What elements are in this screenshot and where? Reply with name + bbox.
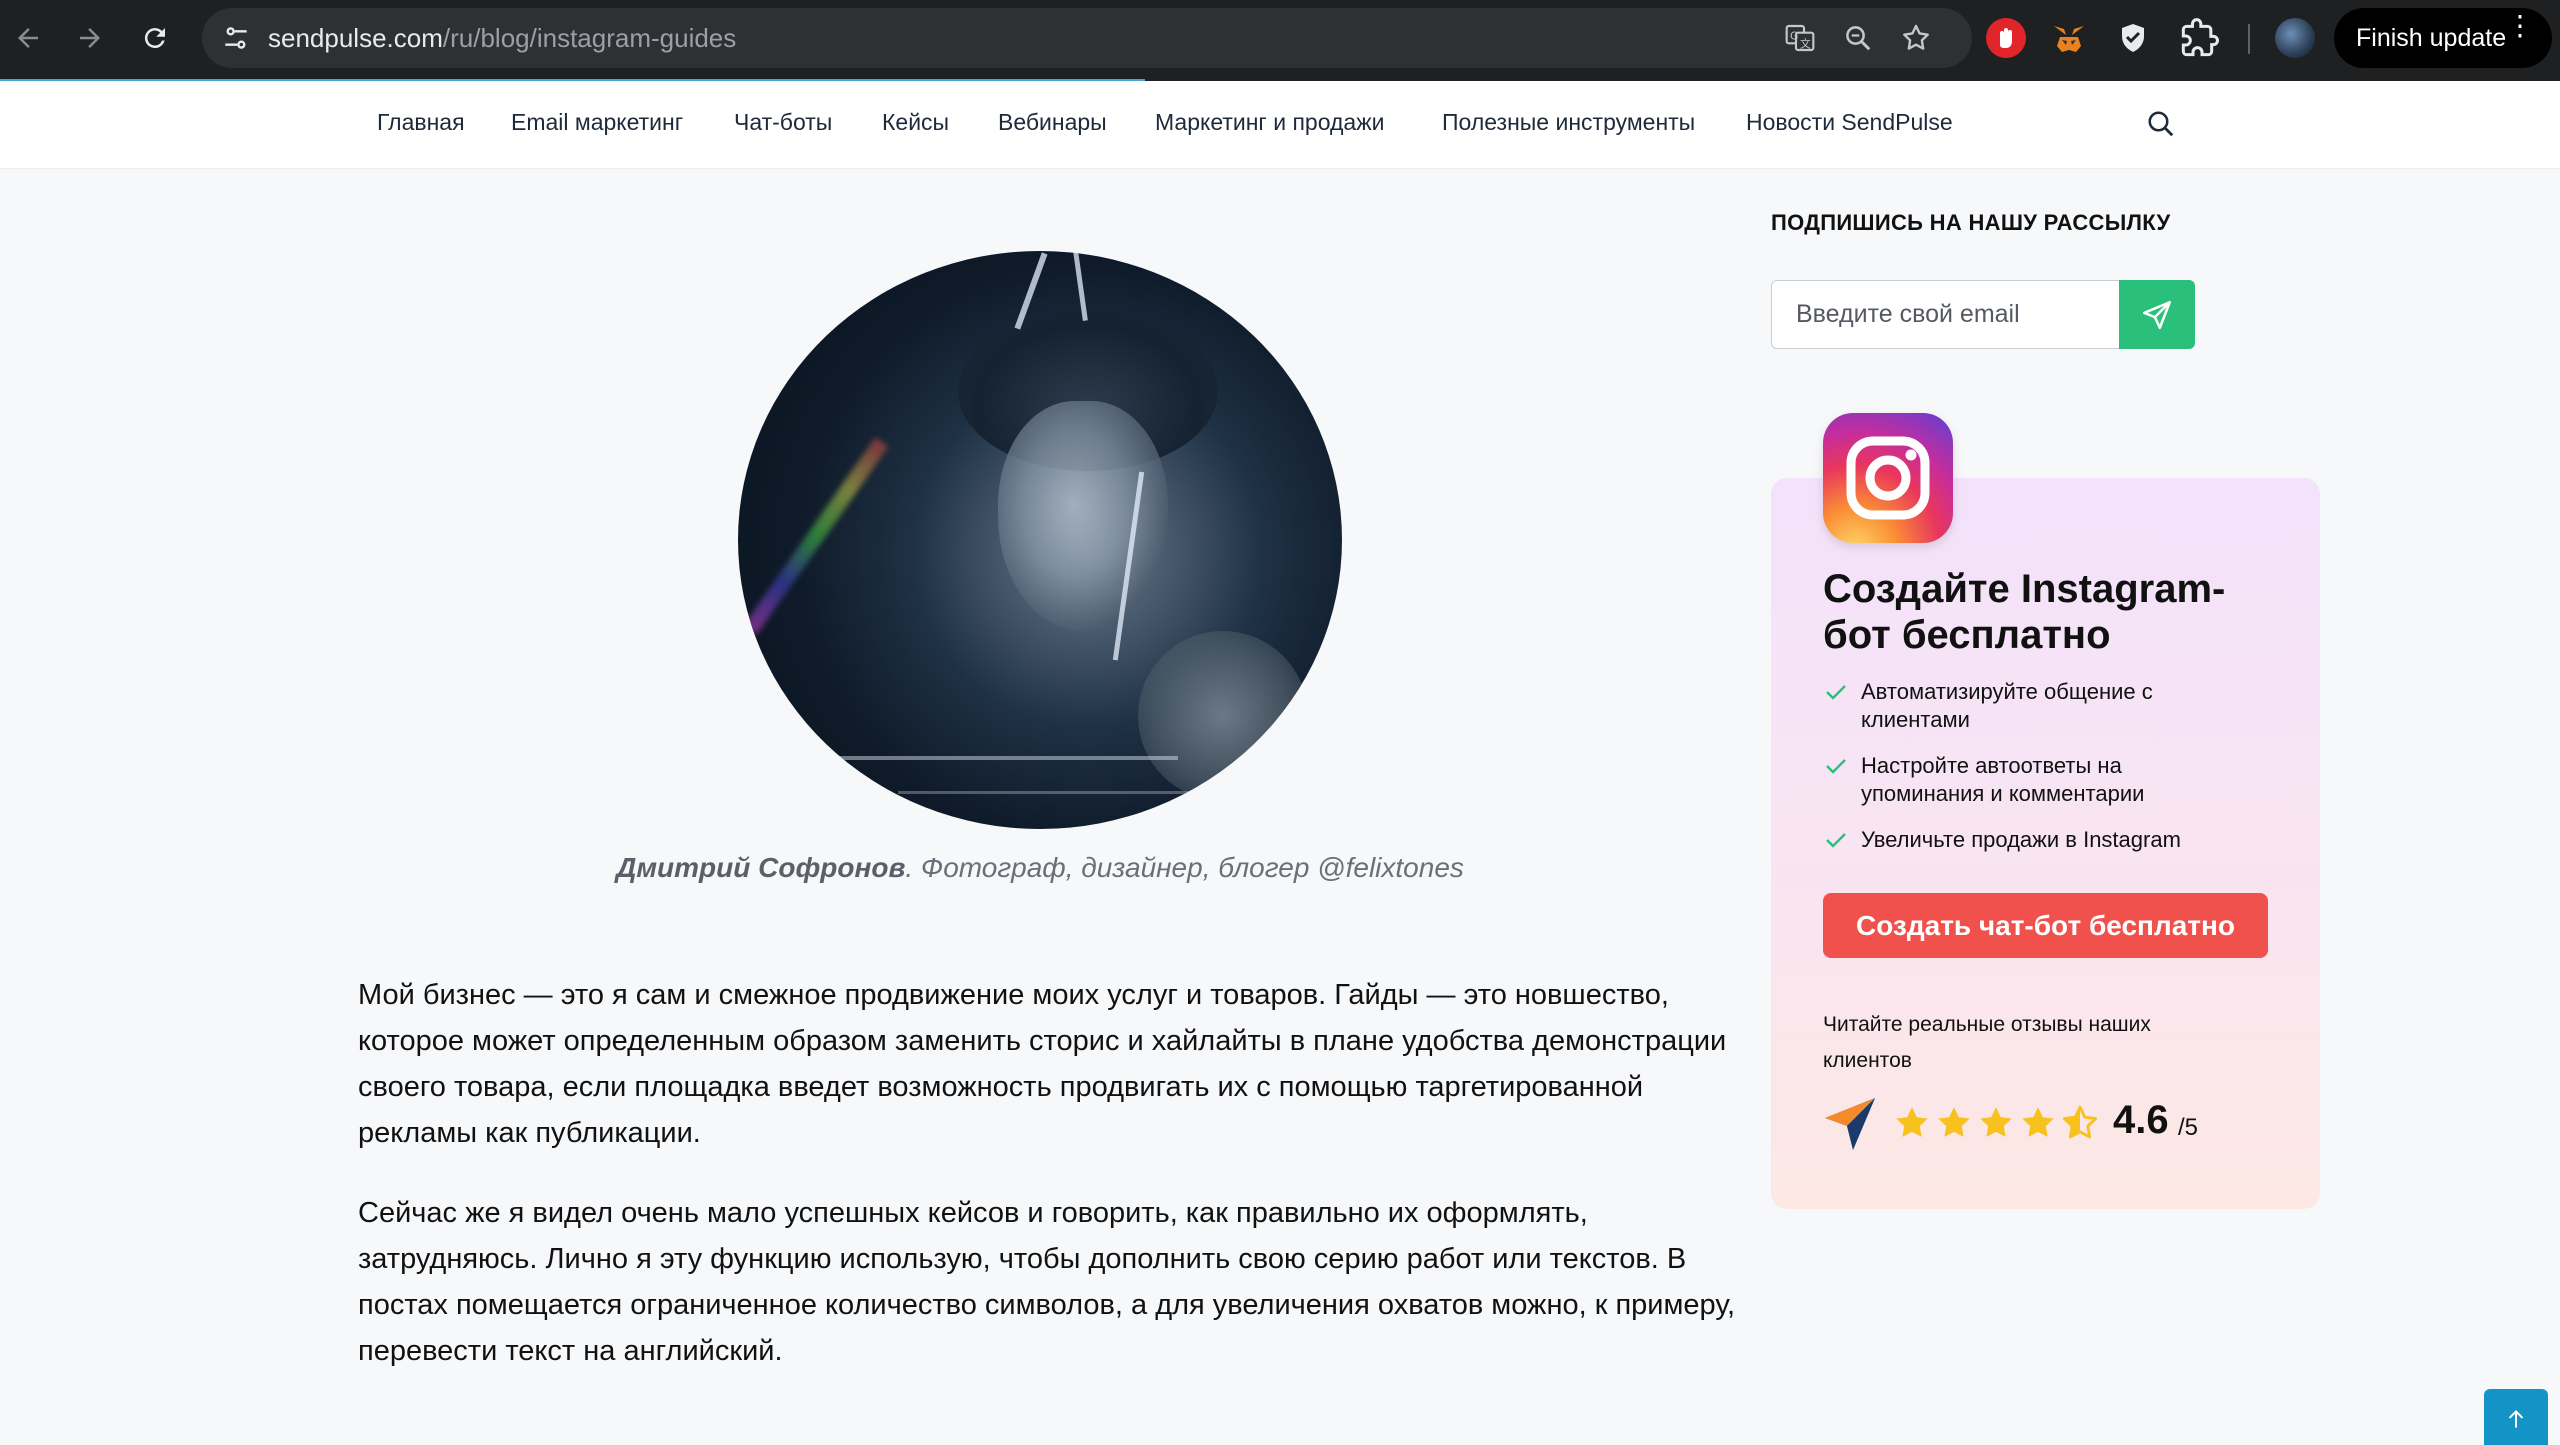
nav-item-webinars[interactable]: Вебинары: [998, 109, 1107, 136]
star-icon[interactable]: [1898, 20, 1934, 56]
caption-description: . Фотограф, дизайнер, блогер @felixtones: [905, 852, 1464, 883]
zoom-icon[interactable]: [1840, 20, 1876, 56]
back-button[interactable]: [4, 14, 52, 62]
article-paragraph: Сейчас же я видел очень мало успешных ке…: [358, 1197, 1736, 1367]
check-icon: [1826, 833, 1846, 848]
promo-feature-item: Увеличьте продажи в Instagram: [1823, 826, 2243, 854]
shield-extension-icon[interactable]: [2113, 18, 2153, 58]
nav-item-news[interactable]: Новости SendPulse: [1746, 109, 1953, 136]
forward-button[interactable]: [66, 14, 114, 62]
promo-feature-text: Автоматизируйте общение с клиентами: [1861, 679, 2153, 732]
rating-max: /5: [2178, 1114, 2199, 1141]
check-icon: [1826, 685, 1846, 700]
send-icon: [2142, 300, 2172, 329]
profile-avatar[interactable]: [2275, 18, 2315, 58]
reload-icon: [144, 28, 165, 49]
star-full-icon: [1938, 1107, 1970, 1137]
puzzle-icon[interactable]: [2180, 18, 2220, 58]
promo-feature-text: Настройте автоответы на упоминания и ком…: [1861, 753, 2145, 806]
author-photo: [738, 251, 1342, 829]
promo-title: Создайте Instagram-бот бесплатно: [1823, 567, 2226, 657]
menu-dots-icon: ⋮: [2506, 10, 2534, 41]
promo-feature-item: Автоматизируйте общение с клиентами: [1823, 678, 2243, 734]
star-full-icon: [1896, 1107, 1928, 1137]
reviews-link-text[interactable]: Читайте реальные отзывы наших клиентов: [1823, 1007, 2243, 1079]
promo-feature-item: Настройте автоответы на упоминания и ком…: [1823, 752, 2243, 808]
star-full-icon: [1980, 1107, 2012, 1137]
photo-caption: Дмитрий Софронов. Фотограф, дизайнер, бл…: [0, 852, 2080, 884]
arrow-up-icon: [2508, 1410, 2524, 1428]
promo-feature-text: Увеличьте продажи в Instagram: [1861, 827, 2181, 852]
article-paragraph: Мой бизнес — это я сам и смежное продвиж…: [358, 979, 1727, 1149]
nav-item-tools[interactable]: Полезные инструменты: [1442, 109, 1695, 136]
nav-item-cases[interactable]: Кейсы: [882, 109, 949, 136]
finish-update-label: Finish update: [2356, 23, 2507, 52]
check-icon: [1826, 759, 1846, 774]
reload-button[interactable]: [131, 14, 179, 62]
star-full-icon: [2022, 1107, 2054, 1137]
rating-stars: [1893, 1104, 2099, 1144]
translate-icon[interactable]: G文: [1782, 20, 1818, 56]
rating-value: 4.6: [2113, 1098, 2169, 1142]
url-host: sendpulse.com: [268, 23, 443, 53]
search-icon[interactable]: [2146, 109, 2176, 139]
address-bar[interactable]: sendpulse.com/ru/blog/instagram-guides G…: [202, 8, 1972, 68]
nav-item-home[interactable]: Главная: [377, 109, 465, 136]
subscribe-form: [1771, 280, 2195, 349]
review-site-logo-icon[interactable]: [1823, 1096, 1877, 1152]
create-chatbot-button[interactable]: Создать чат-бот бесплатно: [1823, 893, 2268, 958]
svg-text:G: G: [1790, 29, 1798, 42]
tune-icon[interactable]: [220, 22, 252, 54]
subscribe-title: ПОДПИШИСЬ НА НАШУ РАССЫЛКУ: [1771, 210, 2171, 235]
url-text[interactable]: sendpulse.com/ru/blog/instagram-guides: [268, 23, 736, 54]
nav-item-email-marketing[interactable]: Email маркетинг: [511, 109, 683, 136]
url-path: /ru/blog/instagram-guides: [442, 23, 737, 53]
instagram-logo-icon: [1823, 413, 1953, 543]
caption-author-name: Дмитрий Софронов: [616, 852, 906, 883]
finish-update-button[interactable]: Finish update ⋮: [2334, 8, 2552, 68]
svg-text:文: 文: [1800, 37, 1811, 50]
adblock-extension-icon[interactable]: [1986, 18, 2026, 58]
browser-toolbar: sendpulse.com/ru/blog/instagram-guides G…: [0, 0, 2560, 83]
metamask-extension-icon[interactable]: [2049, 18, 2089, 58]
nav-item-chatbots[interactable]: Чат-боты: [734, 109, 832, 136]
site-nav: Главная Email маркетинг Чат-боты Кейсы В…: [0, 81, 2560, 169]
subscribe-submit-button[interactable]: [2119, 280, 2195, 349]
toolbar-divider: [2248, 24, 2250, 54]
arrow-left-icon: [18, 28, 38, 48]
arrow-right-icon: [80, 28, 100, 48]
email-field[interactable]: [1771, 280, 2121, 349]
nav-item-marketing-sales[interactable]: Маркетинг и продажи: [1155, 109, 1384, 136]
star-half-icon: [2062, 1105, 2098, 1139]
scroll-to-top-button[interactable]: [2484, 1389, 2548, 1445]
